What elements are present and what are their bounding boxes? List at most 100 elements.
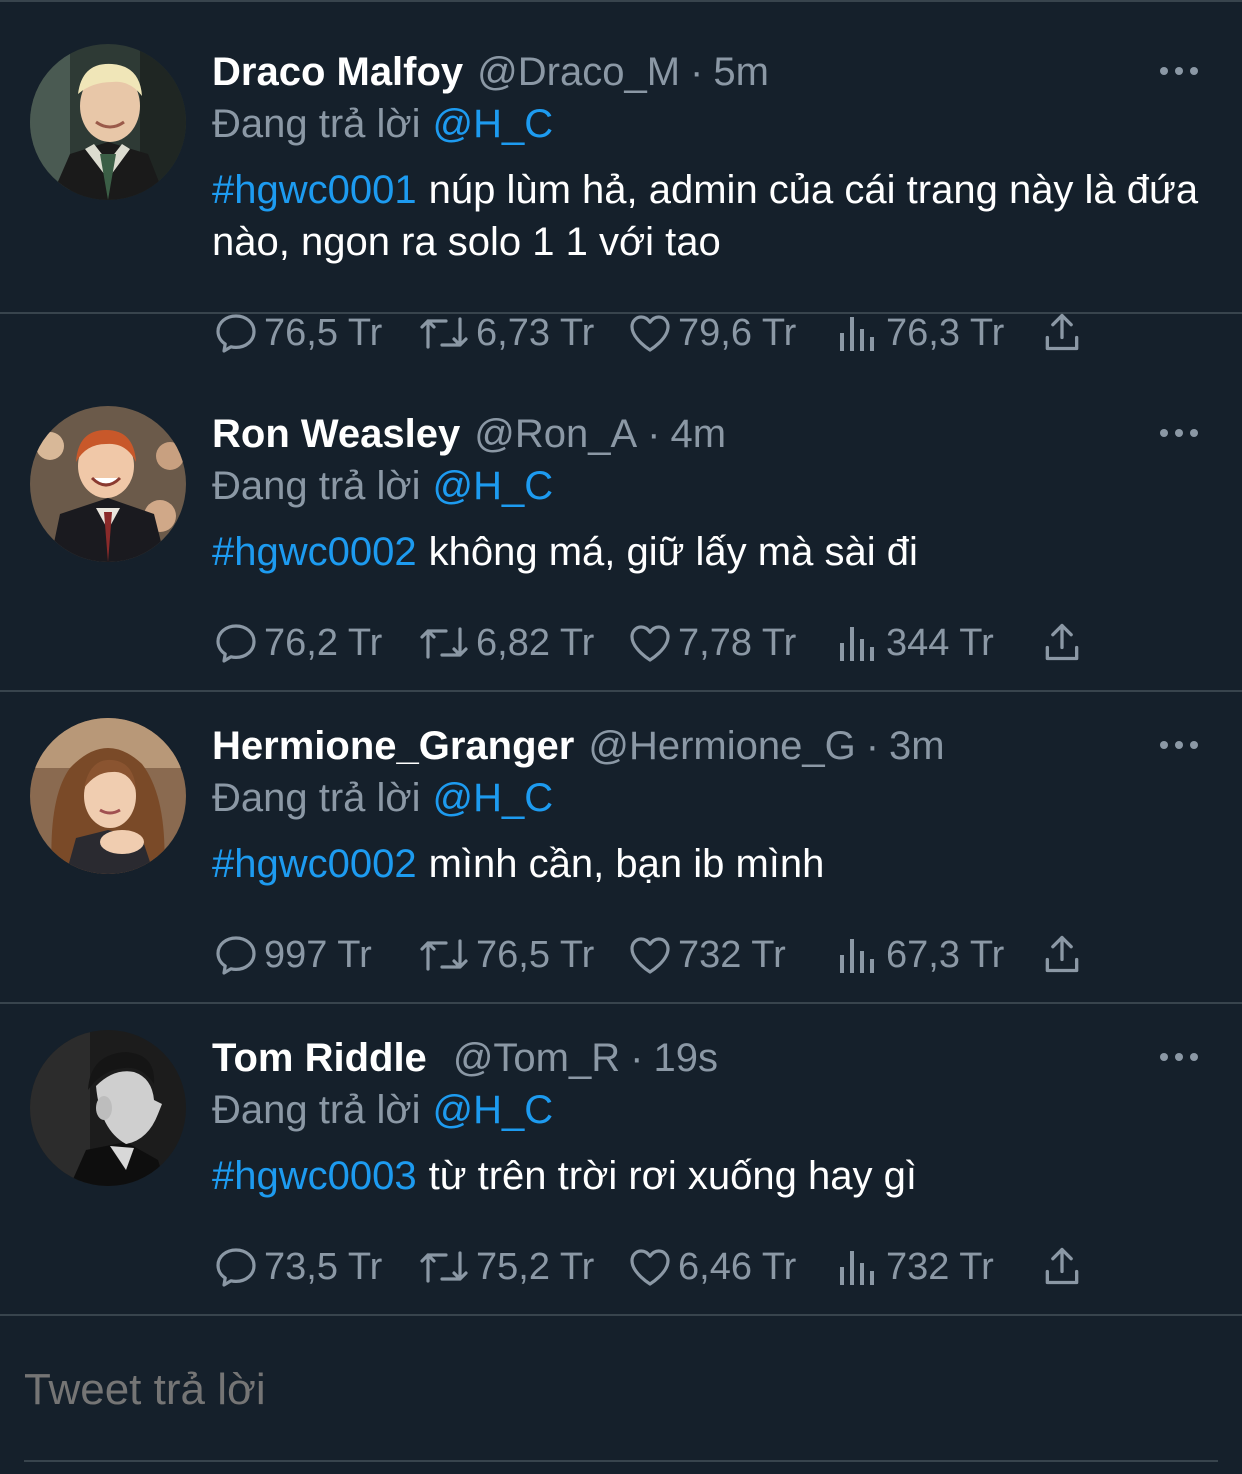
tweet-actions: 76,5 Tr 6,73 Tr 79,6 Tr 76,3 Tr (212, 308, 1112, 358)
view-count: 76,3 Tr (886, 311, 1005, 354)
share-button[interactable] (1040, 620, 1084, 669)
retweet-count: 75,2 Tr (476, 1245, 595, 1288)
ron-avatar-icon (30, 406, 186, 562)
tweet-body: mình cần, bạn ib mình (428, 842, 825, 886)
hashtag-link[interactable]: #hgwc0002 (212, 530, 417, 574)
tweet[interactable]: Draco Malfoy @Draco_M · 5m Đang trả lời @… (0, 2, 1242, 354)
view-count: 732 Tr (886, 1245, 994, 1288)
like-count: 7,78 Tr (678, 621, 797, 664)
more-options-button[interactable] (1156, 730, 1202, 760)
replying-to: Đang trả lời @H_C (212, 1084, 553, 1136)
like-button[interactable]: 6,46 Tr (626, 1242, 796, 1292)
views-icon (840, 1251, 874, 1285)
retweet-count: 6,73 Tr (476, 311, 595, 354)
view-count: 67,3 Tr (886, 933, 1005, 976)
tweet-body: từ trên trời rơi xuống hay gì (428, 1154, 917, 1198)
share-button[interactable] (1040, 932, 1084, 981)
hashtag-link[interactable]: #hgwc0002 (212, 842, 417, 886)
display-name[interactable]: Draco Malfoy (212, 46, 463, 98)
more-dot-icon (1160, 429, 1168, 437)
tweet-text: #hgwc0003 từ trên trời rơi xuống hay gì (212, 1150, 1202, 1202)
retweet-button[interactable]: 6,73 Tr (416, 308, 594, 358)
hashtag-link[interactable]: #hgwc0001 (212, 168, 417, 212)
reply-icon (216, 1248, 256, 1287)
tweet-header: Draco Malfoy @Draco_M · 5m (212, 46, 769, 98)
mention-link[interactable]: @H_C (433, 776, 554, 820)
reply-icon (216, 624, 256, 663)
more-dot-icon (1190, 429, 1198, 437)
more-options-button[interactable] (1156, 418, 1202, 448)
separator-dot: · (630, 1036, 644, 1080)
heart-icon (630, 1249, 670, 1286)
view-count: 344 Tr (886, 621, 994, 664)
mention-link[interactable]: @H_C (433, 1088, 554, 1132)
replying-to-label: Đang trả lời (212, 464, 421, 508)
views-button[interactable]: 344 Tr (834, 618, 994, 668)
retweet-count: 6,82 Tr (476, 621, 595, 664)
like-button[interactable]: 79,6 Tr (626, 308, 796, 358)
display-name[interactable]: Ron Weasley (212, 408, 460, 460)
separator-dot: · (690, 50, 704, 94)
tweet[interactable]: Tom Riddle @Tom_R · 19s Đang trả lời @H_C… (0, 1004, 1242, 1316)
tweet-actions: 73,5 Tr 75,2 Tr 6,46 Tr 732 Tr (212, 1242, 1112, 1292)
avatar[interactable] (30, 406, 186, 562)
avatar[interactable] (30, 1030, 186, 1186)
more-dot-icon (1160, 67, 1168, 75)
reply-icon (216, 314, 256, 353)
like-button[interactable]: 732 Tr (626, 930, 786, 980)
replying-to-label: Đang trả lời (212, 776, 421, 820)
views-button[interactable]: 76,3 Tr (834, 308, 1004, 358)
reply-button[interactable]: 76,5 Tr (212, 308, 382, 358)
mention-link[interactable]: @H_C (433, 464, 554, 508)
reply-button[interactable]: 997 Tr (212, 930, 372, 980)
display-name[interactable]: Tom Riddle (212, 1032, 427, 1084)
like-count: 732 Tr (678, 933, 786, 976)
views-icon (840, 317, 874, 351)
more-options-button[interactable] (1156, 56, 1202, 86)
user-handle[interactable]: @Ron_A (474, 408, 637, 460)
tweet-header: Ron Weasley @Ron_A · 4m (212, 408, 726, 460)
tweet-text: #hgwc0001 núp lùm hả, admin của cái trang… (212, 164, 1202, 268)
avatar[interactable] (30, 718, 186, 874)
hashtag-link[interactable]: #hgwc0003 (212, 1154, 417, 1198)
retweet-button[interactable]: 6,82 Tr (416, 618, 594, 668)
tweet[interactable]: Ron Weasley @Ron_A · 4m Đang trả lời @H_C… (0, 380, 1242, 692)
separator-dot: · (647, 412, 661, 456)
timestamp[interactable]: 3m (889, 720, 945, 772)
reply-input[interactable] (24, 1362, 1204, 1418)
reply-button[interactable]: 73,5 Tr (212, 1242, 382, 1292)
share-button[interactable] (1040, 310, 1084, 359)
like-button[interactable]: 7,78 Tr (626, 618, 796, 668)
display-name[interactable]: Hermione_Granger (212, 720, 574, 772)
tweet-actions: 997 Tr 76,5 Tr 732 Tr 67,3 Tr (212, 930, 1112, 980)
more-dot-icon (1175, 741, 1183, 749)
user-handle[interactable]: @Draco_M (477, 46, 680, 98)
retweet-button[interactable]: 76,5 Tr (416, 930, 594, 980)
tweet[interactable]: Hermione_Granger @Hermione_G · 3m Đang t… (0, 692, 1242, 1004)
reply-count: 76,5 Tr (264, 311, 383, 354)
timestamp[interactable]: 5m (713, 46, 769, 98)
user-handle[interactable]: @Hermione_G (588, 720, 855, 772)
user-handle[interactable]: @Tom_R (453, 1032, 620, 1084)
reply-composer (0, 1318, 1242, 1474)
share-button[interactable] (1040, 1244, 1084, 1293)
more-options-button[interactable] (1156, 1042, 1202, 1072)
views-button[interactable]: 732 Tr (834, 1242, 994, 1292)
timestamp[interactable]: 4m (671, 408, 727, 460)
like-count: 6,46 Tr (678, 1245, 797, 1288)
retweet-count: 76,5 Tr (476, 933, 595, 976)
replying-to-label: Đang trả lời (212, 1088, 421, 1132)
timestamp[interactable]: 19s (653, 1032, 718, 1084)
views-button[interactable]: 67,3 Tr (834, 930, 1004, 980)
tweet-text: #hgwc0002 mình cần, bạn ib mình (212, 838, 1202, 890)
mention-link[interactable]: @H_C (433, 102, 554, 146)
views-icon (840, 939, 874, 973)
avatar[interactable] (30, 44, 186, 200)
replying-to: Đang trả lời @H_C (212, 98, 553, 150)
heart-icon (630, 625, 670, 662)
retweet-button[interactable]: 75,2 Tr (416, 1242, 594, 1292)
reply-button[interactable]: 76,2 Tr (212, 618, 382, 668)
separator-dot: · (865, 724, 880, 768)
reply-icon (216, 936, 256, 975)
reply-count: 997 Tr (264, 933, 372, 976)
